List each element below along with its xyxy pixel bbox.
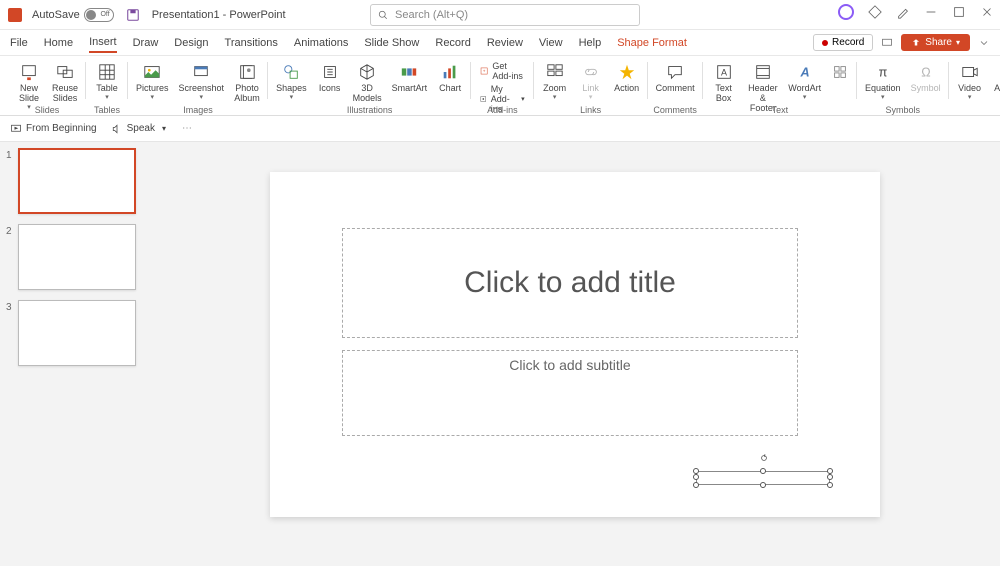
menu-transitions[interactable]: Transitions xyxy=(225,37,278,49)
menu-help[interactable]: Help xyxy=(579,37,602,49)
title-bar: AutoSave Off Presentation1 - PowerPoint … xyxy=(0,0,1000,30)
group-symbols: πEquation▾ ΩSymbol Symbols xyxy=(857,56,949,115)
from-beginning-button[interactable]: From Beginning xyxy=(10,123,97,135)
workspace: 1 2 3 Click to add title Click to add su… xyxy=(0,142,1000,566)
get-addins-button[interactable]: +Get Add-ins xyxy=(477,60,528,82)
thumbnail-1[interactable]: 1 xyxy=(6,148,144,214)
thumbnail-2[interactable]: 2 xyxy=(6,224,144,290)
title-right-controls xyxy=(838,4,994,20)
group-images: Pictures▾ Screenshot▾ Photo Album Images xyxy=(128,56,268,115)
equation-button[interactable]: πEquation▾ xyxy=(861,60,905,103)
document-title: Presentation1 - PowerPoint xyxy=(152,9,286,21)
pictures-button[interactable]: Pictures▾ xyxy=(132,60,173,103)
menu-view[interactable]: View xyxy=(539,37,563,49)
video-button[interactable]: Video▾ xyxy=(953,60,987,103)
menu-record[interactable]: Record xyxy=(435,37,470,49)
search-placeholder: Search (Alt+Q) xyxy=(395,9,468,21)
icons-button[interactable]: Icons xyxy=(313,60,347,95)
group-addins: +Get Add-ins My Add-ins▾ Add-ins xyxy=(471,56,534,115)
svg-text:Ω: Ω xyxy=(921,66,930,80)
group-media: Video▾ Audio▾ Screen Recording Media xyxy=(949,56,1000,115)
pen-icon[interactable] xyxy=(896,5,910,19)
menu-draw[interactable]: Draw xyxy=(133,37,159,49)
textbox-button[interactable]: AText Box xyxy=(707,60,741,105)
slide-canvas-area[interactable]: Click to add title Click to add subtitle xyxy=(150,142,1000,566)
menu-file[interactable]: File xyxy=(10,37,28,49)
maximize-icon[interactable] xyxy=(952,5,966,19)
ribbon: New Slide▾ Reuse Slides Slides Table▾ Ta… xyxy=(0,56,1000,116)
group-links: Zoom▾ Link▾ Action Links xyxy=(534,56,648,115)
group-tables: Table▾ Tables xyxy=(86,56,128,115)
action-button[interactable]: Action xyxy=(610,60,644,95)
zoom-button[interactable]: Zoom▾ xyxy=(538,60,572,103)
group-slides: New Slide▾ Reuse Slides Slides xyxy=(8,56,86,115)
chart-button[interactable]: Chart xyxy=(433,60,467,95)
speak-button[interactable]: Speak▾ xyxy=(111,123,166,135)
link-button[interactable]: Link▾ xyxy=(574,60,608,103)
resize-handle[interactable] xyxy=(693,474,699,480)
autosave-toggle[interactable]: Off xyxy=(84,8,114,22)
symbol-button[interactable]: ΩSymbol xyxy=(907,60,945,95)
selected-shape[interactable] xyxy=(693,460,833,488)
group-comments: Comment Comments xyxy=(648,56,703,115)
menu-insert[interactable]: Insert xyxy=(89,36,117,53)
menu-bar: File Home Insert Draw Design Transitions… xyxy=(0,30,1000,56)
present-icon[interactable] xyxy=(881,37,893,49)
thumbnail-panel[interactable]: 1 2 3 xyxy=(0,142,150,566)
svg-text:A: A xyxy=(799,66,809,80)
audio-button[interactable]: Audio▾ xyxy=(989,60,1000,103)
minimize-icon[interactable] xyxy=(924,5,938,19)
collapse-ribbon-icon[interactable] xyxy=(978,37,990,49)
wordart-button[interactable]: AWordArt▾ xyxy=(785,60,824,103)
resize-handle[interactable] xyxy=(760,468,766,474)
rotate-handle-icon[interactable] xyxy=(760,454,768,462)
diamond-icon[interactable] xyxy=(868,5,882,19)
menu-home[interactable]: Home xyxy=(44,37,73,49)
menu-design[interactable]: Design xyxy=(174,37,208,49)
sub-toolbar: From Beginning Speak▾ ⋯ xyxy=(0,116,1000,142)
resize-handle[interactable] xyxy=(693,482,699,488)
app-icon xyxy=(8,8,22,22)
overflow-button[interactable]: ⋯ xyxy=(182,123,192,134)
resize-handle[interactable] xyxy=(827,482,833,488)
svg-text:A: A xyxy=(721,68,727,78)
thumbnail-3[interactable]: 3 xyxy=(6,300,144,366)
share-button[interactable]: Share▾ xyxy=(901,34,970,51)
shapes-button[interactable]: Shapes▾ xyxy=(272,60,311,103)
group-illustrations: Shapes▾ Icons 3D Models SmartArt Chart I… xyxy=(268,56,471,115)
menu-slideshow[interactable]: Slide Show xyxy=(364,37,419,49)
reuse-slides-button[interactable]: Reuse Slides xyxy=(48,60,82,105)
user-avatar[interactable] xyxy=(838,4,854,20)
screenshot-button[interactable]: Screenshot▾ xyxy=(175,60,229,103)
search-box[interactable]: Search (Alt+Q) xyxy=(370,4,640,26)
table-button[interactable]: Table▾ xyxy=(90,60,124,103)
subtitle-placeholder[interactable]: Click to add subtitle xyxy=(342,350,798,436)
search-icon xyxy=(377,9,389,21)
title-placeholder[interactable]: Click to add title xyxy=(342,228,798,338)
svg-text:+: + xyxy=(483,69,486,74)
menu-shape-format[interactable]: Shape Format xyxy=(617,37,687,49)
svg-text:π: π xyxy=(878,66,887,80)
record-button[interactable]: Record xyxy=(813,34,873,51)
text-more-button[interactable] xyxy=(826,60,853,85)
save-icon[interactable] xyxy=(126,8,140,22)
slide[interactable]: Click to add title Click to add subtitle xyxy=(270,172,880,517)
3d-models-button[interactable]: 3D Models xyxy=(349,60,386,105)
comment-button[interactable]: Comment xyxy=(652,60,699,95)
menu-review[interactable]: Review xyxy=(487,37,523,49)
autosave-label: AutoSave xyxy=(32,9,80,21)
photo-album-button[interactable]: Photo Album xyxy=(230,60,264,105)
resize-handle[interactable] xyxy=(827,474,833,480)
group-text: AText Box Header & Footer AWordArt▾ Text xyxy=(703,56,857,115)
close-icon[interactable] xyxy=(980,5,994,19)
resize-handle[interactable] xyxy=(760,482,766,488)
menu-animations[interactable]: Animations xyxy=(294,37,348,49)
smartart-button[interactable]: SmartArt xyxy=(388,60,432,95)
